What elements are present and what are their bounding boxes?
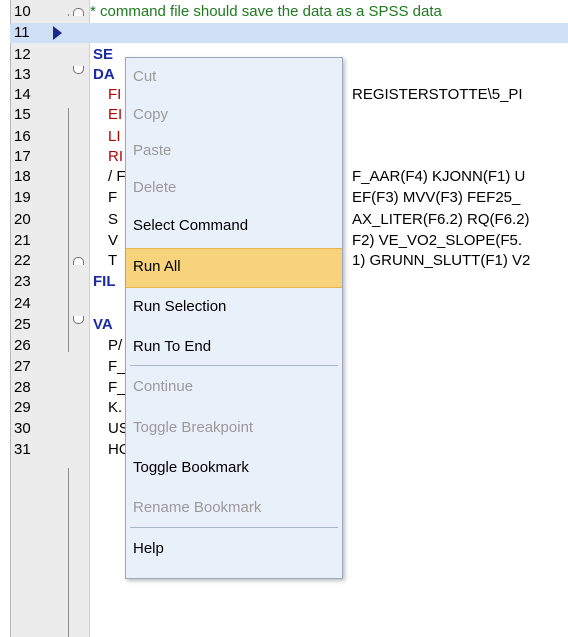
line-number: 27 — [14, 358, 31, 375]
line-number: 31 — [14, 441, 31, 458]
line-number: 16 — [14, 128, 31, 145]
syntax-editor[interactable]: 10 * command file should save the data as… — [0, 0, 568, 637]
line-code: EI — [108, 106, 123, 123]
line-number: 28 — [14, 379, 31, 396]
line-number: 29 — [14, 399, 31, 416]
menu-item-continue: Continue — [133, 378, 194, 395]
line-number: 15 — [14, 106, 31, 123]
menu-item-run-selection[interactable]: Run Selection — [126, 288, 342, 326]
current-line-arrow-icon — [53, 26, 62, 40]
line-code: F — [108, 189, 118, 206]
line-code-continuation: EF(F3) MVV(F3) FEF25_ — [352, 189, 521, 206]
editor-line[interactable]: 10 * command file should save the data as… — [10, 2, 568, 22]
menu-item-run-all[interactable]: Run All — [126, 248, 342, 288]
menu-item-select-command[interactable]: Select Command — [126, 207, 342, 245]
menu-separator — [130, 527, 338, 528]
line-number: 22 — [14, 252, 31, 269]
line-code-continuation: F2) VE_VO2_SLOPE(F5. — [352, 232, 523, 249]
line-code: RI — [108, 148, 123, 165]
line-number: 30 — [14, 420, 31, 437]
line-number: 24 — [14, 295, 31, 312]
line-number: 11 — [14, 24, 30, 41]
menu-item-help[interactable]: Help — [126, 530, 342, 568]
menu-item-toggle-bookmark[interactable]: Toggle Bookmark — [126, 449, 342, 487]
menu-item-rename-bookmark: Rename Bookmark — [133, 499, 262, 516]
line-code: P/ — [108, 337, 123, 354]
line-number: 17 — [14, 148, 31, 165]
line-code: FIL — [93, 273, 116, 290]
editor-line[interactable]: 11 — [10, 23, 568, 43]
fold-collapse-icon[interactable] — [73, 66, 84, 74]
menu-item-copy: Copy — [133, 106, 169, 123]
line-code-continuation: AX_LITER(F6.2) RQ(F6.2) — [352, 211, 530, 228]
line-code: V — [108, 232, 119, 249]
line-number: 10 — [14, 3, 31, 20]
line-code: T — [108, 252, 118, 269]
line-number: 21 — [14, 232, 31, 249]
menu-item-cut: Cut — [133, 68, 157, 85]
line-code-continuation: 1) GRUNN_SLUTT(F1) V2 — [352, 252, 531, 269]
menu-item-delete: Delete — [133, 179, 177, 196]
line-number: 26 — [14, 337, 31, 354]
line-code: FI — [108, 86, 122, 103]
line-number: 19 — [14, 189, 31, 206]
line-code: SE — [93, 46, 114, 63]
line-code: / F — [108, 168, 126, 185]
line-number: 20 — [14, 211, 31, 228]
line-number: 18 — [14, 168, 31, 185]
line-code: LI — [108, 128, 121, 145]
line-code-continuation: F_AAR(F4) KJONN(F1) U — [352, 168, 526, 185]
line-number: 12 — [14, 46, 31, 63]
line-code: DA — [93, 66, 115, 83]
menu-item-toggle-breakpoint: Toggle Breakpoint — [133, 419, 254, 436]
fold-collapse-icon[interactable] — [73, 316, 84, 324]
fold-end-icon[interactable] — [73, 8, 84, 16]
menu-item-run-to-end[interactable]: Run To End — [126, 328, 342, 366]
line-number: 23 — [14, 273, 31, 290]
menu-item-paste: Paste — [133, 142, 172, 159]
line-code: F_ — [108, 358, 126, 375]
line-code: VA — [93, 316, 113, 333]
fold-line — [68, 468, 69, 637]
line-code-continuation: REGISTERSTOTTE\5_PI — [352, 86, 523, 103]
line-code: K. — [108, 399, 123, 416]
menu-separator — [130, 365, 338, 366]
line-code: S — [108, 211, 119, 228]
line-number: 13 — [14, 66, 31, 83]
fold-end-icon[interactable] — [73, 257, 84, 265]
line-number: 14 — [14, 86, 31, 103]
line-number: 25 — [14, 316, 31, 333]
line-code: * command file should save the data as a… — [90, 3, 442, 20]
line-code: F_ — [108, 379, 126, 396]
context-menu: Cut Copy Paste Delete Select Command Run… — [125, 57, 343, 579]
